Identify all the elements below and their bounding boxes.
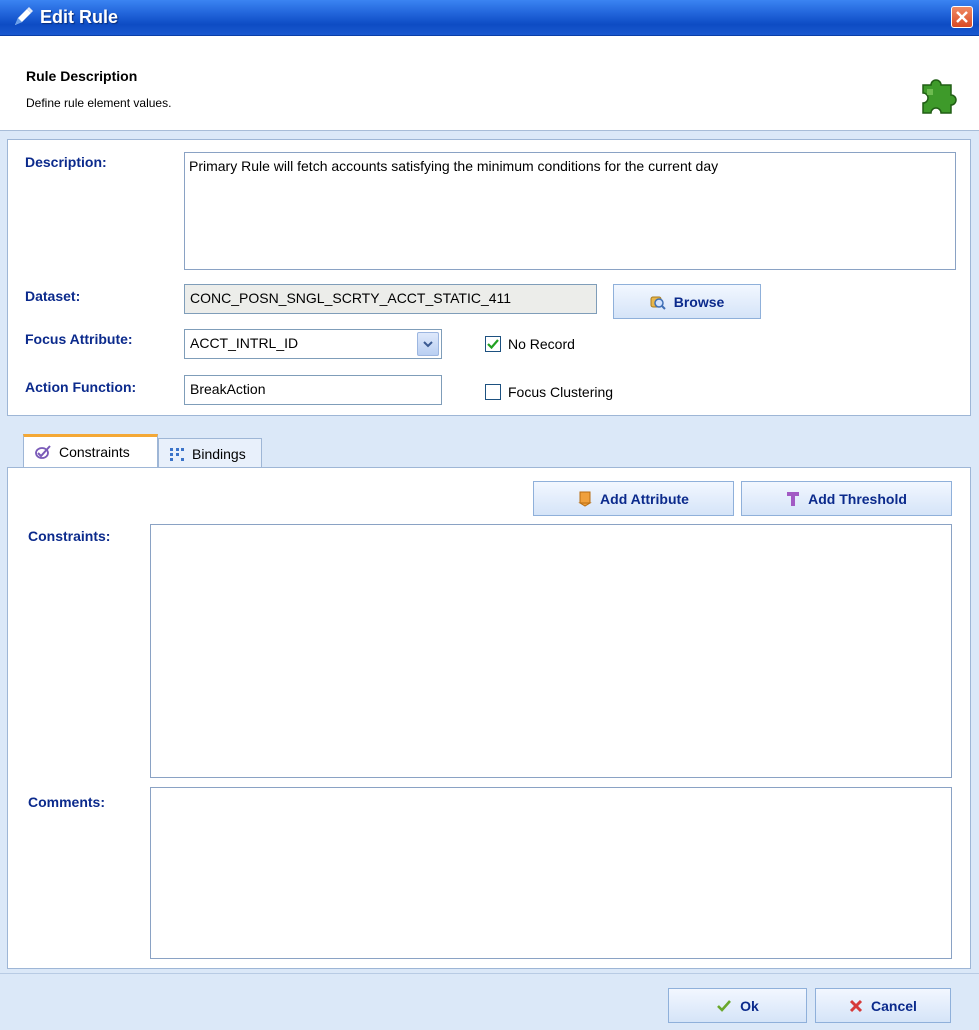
dialog-header: Rule Description Define rule element val…: [0, 36, 979, 131]
chevron-down-icon: [423, 341, 433, 348]
action-function-field[interactable]: BreakAction: [184, 375, 442, 405]
action-function-label: Action Function:: [25, 379, 137, 395]
add-attribute-label: Add Attribute: [600, 490, 689, 507]
constraints-icon: [35, 445, 51, 459]
tab-constraints[interactable]: Constraints: [23, 434, 158, 467]
ok-button[interactable]: Ok: [668, 988, 807, 1023]
constraints-panel: Add Attribute Add Threshold Constraints:…: [7, 467, 971, 969]
title-bar[interactable]: Edit Rule: [0, 0, 979, 36]
focus-attribute-label: Focus Attribute:: [25, 331, 133, 347]
comments-label: Comments:: [28, 794, 106, 810]
ok-label: Ok: [740, 997, 759, 1014]
add-threshold-button[interactable]: Add Threshold: [741, 481, 952, 516]
add-attribute-button[interactable]: Add Attribute: [533, 481, 734, 516]
checkmark-icon: [717, 999, 732, 1012]
bindings-icon: [170, 447, 184, 461]
tab-bindings-label: Bindings: [192, 445, 246, 462]
description-textarea[interactable]: Primary Rule will fetch accounts satisfy…: [184, 152, 956, 270]
rule-form-panel: Description: Primary Rule will fetch acc…: [7, 139, 971, 416]
no-record-checkbox[interactable]: [485, 336, 501, 352]
dropdown-button[interactable]: [417, 332, 439, 356]
dataset-label: Dataset:: [25, 288, 81, 304]
header-title: Rule Description: [26, 68, 138, 84]
add-threshold-icon: [787, 491, 800, 506]
cancel-label: Cancel: [871, 997, 917, 1014]
focus-clustering-label: Focus Clustering: [508, 384, 614, 400]
browse-icon: [650, 296, 666, 310]
focus-attribute-select[interactable]: ACCT_INTRL_ID: [184, 329, 442, 359]
browse-button[interactable]: Browse: [613, 284, 761, 319]
edit-rule-icon: [15, 7, 33, 25]
checkmark-icon: [487, 339, 499, 350]
constraints-label: Constraints:: [28, 528, 111, 544]
add-threshold-label: Add Threshold: [808, 490, 907, 507]
add-attribute-icon: [578, 491, 592, 507]
description-label: Description:: [25, 154, 107, 170]
tab-constraints-label: Constraints: [59, 444, 130, 460]
edit-rule-dialog: Edit Rule Rule Description Define rule e…: [0, 0, 979, 1030]
header-subtitle: Define rule element values.: [26, 96, 172, 110]
close-icon: [956, 11, 968, 23]
comments-textarea[interactable]: [150, 787, 952, 959]
browse-label: Browse: [673, 293, 725, 310]
footer-divider: [0, 973, 979, 974]
close-button[interactable]: [951, 6, 973, 28]
cancel-button[interactable]: Cancel: [815, 988, 951, 1023]
constraints-textarea[interactable]: [150, 524, 952, 778]
puzzle-piece-icon: [922, 79, 957, 114]
no-record-label: No Record: [508, 336, 575, 352]
tab-bindings[interactable]: Bindings: [158, 438, 262, 468]
cancel-icon: [849, 999, 863, 1012]
focus-attribute-value: ACCT_INTRL_ID: [190, 335, 299, 351]
window-title: Edit Rule: [40, 7, 119, 27]
dataset-field[interactable]: CONC_POSN_SNGL_SCRTY_ACCT_STATIC_411: [184, 284, 597, 314]
focus-clustering-checkbox[interactable]: [485, 384, 501, 400]
